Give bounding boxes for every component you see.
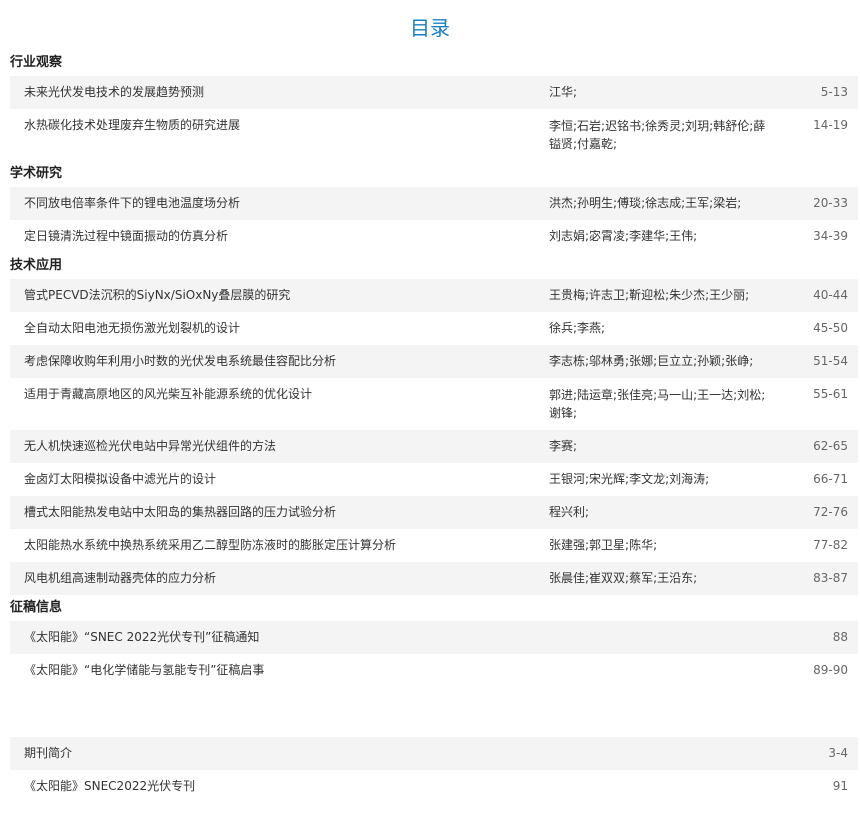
- article-pages: 62-65: [813, 439, 848, 453]
- article-title[interactable]: 不同放电倍率条件下的锂电池温度场分析: [10, 187, 549, 220]
- article-authors: 王贵梅;许志卫;靳迎松;朱少杰;王少丽;: [549, 288, 750, 302]
- article-authors: 徐兵;李燕;: [549, 321, 606, 335]
- article-pages: 51-54: [813, 354, 848, 368]
- section-heading: 征稿信息: [10, 600, 63, 615]
- article-pages: 66-71: [813, 472, 848, 486]
- toc-row[interactable]: 无人机快速巡检光伏电站中异常光伏组件的方法 李赛; 62-65: [10, 430, 858, 463]
- toc-row[interactable]: 全自动太阳电池无损伤激光划裂机的设计 徐兵;李燕; 45-50: [10, 312, 858, 345]
- toc-row[interactable]: 《太阳能》“电化学储能与氢能专刊”征稿启事 89-90: [10, 654, 858, 687]
- article-title[interactable]: 定日镜清洗过程中镜面振动的仿真分析: [10, 220, 549, 253]
- toc-row[interactable]: 风电机组高速制动器壳体的应力分析 张晨佳;崔双双;蔡军;王沿东; 83-87: [10, 562, 858, 595]
- article-pages: 88: [832, 630, 848, 644]
- article-authors: 江华;: [549, 85, 578, 99]
- toc-row[interactable]: 适用于青藏高原地区的风光柴互补能源系统的优化设计 郭进;陆运章;张佳亮;马一山;…: [10, 378, 858, 430]
- toc-row[interactable]: 管式PECVD法沉积的SiyNx/SiOxNy叠层膜的研究 王贵梅;许志卫;靳迎…: [10, 279, 858, 312]
- section-heading: 行业观察: [10, 55, 63, 70]
- article-authors: 李志栋;邬林勇;张娜;巨立立;孙颖;张峥;: [549, 354, 754, 368]
- article-title[interactable]: 考虑保障收购年利用小时数的光伏发电系统最佳容配比分析: [10, 345, 549, 378]
- article-title[interactable]: 槽式太阳能热发电站中太阳岛的集热器回路的压力试验分析: [10, 496, 549, 529]
- article-title[interactable]: 《太阳能》“电化学储能与氢能专刊”征稿启事: [10, 654, 549, 687]
- section-heading: 技术应用: [10, 258, 63, 273]
- article-pages: 91: [832, 779, 848, 793]
- toc-row[interactable]: 《太阳能》SNEC2022光伏专刊 91: [10, 770, 858, 803]
- section-heading: 学术研究: [10, 166, 63, 181]
- article-authors: [549, 737, 769, 753]
- article-pages: 83-87: [813, 571, 848, 585]
- article-authors: 洪杰;孙明生;傅琰;徐志成;王军;梁岩;: [549, 196, 742, 210]
- article-pages: 77-82: [813, 538, 848, 552]
- article-title[interactable]: 管式PECVD法沉积的SiyNx/SiOxNy叠层膜的研究: [10, 279, 549, 312]
- toc-row[interactable]: 期刊简介 3-4: [10, 737, 858, 770]
- article-pages: 3-4: [828, 746, 848, 760]
- article-authors: [549, 621, 769, 637]
- toc-row[interactable]: 不同放电倍率条件下的锂电池温度场分析 洪杰;孙明生;傅琰;徐志成;王军;梁岩; …: [10, 187, 858, 220]
- toc-row[interactable]: 未来光伏发电技术的发展趋势预测 江华; 5-13: [10, 76, 858, 109]
- article-authors: 王银河;宋光辉;李文龙;刘海涛;: [549, 472, 710, 486]
- article-authors: 郭进;陆运章;张佳亮;马一山;王一达;刘松;谢锋;: [549, 388, 766, 420]
- article-title[interactable]: 金卤灯太阳模拟设备中滤光片的设计: [10, 463, 549, 496]
- article-title[interactable]: 未来光伏发电技术的发展趋势预测: [10, 76, 549, 109]
- article-pages: 72-76: [813, 505, 848, 519]
- article-authors: 李赛;: [549, 439, 578, 453]
- toc-row[interactable]: 《太阳能》“SNEC 2022光伏专刊”征稿通知 88: [10, 621, 858, 654]
- toc-row[interactable]: 定日镜清洗过程中镜面振动的仿真分析 刘志娟;宓霄凌;李建华;王伟; 34-39: [10, 220, 858, 253]
- article-title[interactable]: 《太阳能》“SNEC 2022光伏专刊”征稿通知: [10, 621, 549, 654]
- page-title: 目录: [410, 16, 450, 40]
- article-pages: 34-39: [813, 229, 848, 243]
- article-authors: 张建强;郭卫星;陈华;: [549, 538, 658, 552]
- article-pages: 40-44: [813, 288, 848, 302]
- article-authors: 李恒;石岩;迟铭书;徐秀灵;刘玥;韩舒伦;薛镒贤;付嘉乾;: [549, 119, 766, 151]
- article-title[interactable]: 《太阳能》SNEC2022光伏专刊: [10, 770, 549, 803]
- article-pages: 45-50: [813, 321, 848, 335]
- article-authors: [549, 770, 769, 786]
- toc-row[interactable]: 太阳能热水系统中换热系统采用乙二醇型防冻液时的膨胀定压计算分析 张建强;郭卫星;…: [10, 529, 858, 562]
- article-pages: 55-61: [813, 387, 848, 401]
- toc-page: 目录 行业观察 未来光伏发电技术的发展趋势预测 江华; 5-13 水热碳化技术处…: [0, 0, 860, 823]
- article-title[interactable]: 全自动太阳电池无损伤激光划裂机的设计: [10, 312, 549, 345]
- article-title[interactable]: 无人机快速巡检光伏电站中异常光伏组件的方法: [10, 430, 549, 463]
- article-authors: 程兴利;: [549, 505, 590, 519]
- toc-row[interactable]: 金卤灯太阳模拟设备中滤光片的设计 王银河;宋光辉;李文龙;刘海涛; 66-71: [10, 463, 858, 496]
- article-pages: 89-90: [813, 663, 848, 677]
- article-authors: [549, 654, 769, 670]
- article-pages: 5-13: [820, 85, 848, 99]
- article-title[interactable]: 水热碳化技术处理废弃生物质的研究进展: [10, 109, 549, 142]
- article-title[interactable]: 风电机组高速制动器壳体的应力分析: [10, 562, 549, 595]
- article-authors: 张晨佳;崔双双;蔡军;王沿东;: [549, 571, 698, 585]
- article-authors: 刘志娟;宓霄凌;李建华;王伟;: [549, 229, 698, 243]
- article-title[interactable]: 太阳能热水系统中换热系统采用乙二醇型防冻液时的膨胀定压计算分析: [10, 529, 549, 562]
- article-title[interactable]: 适用于青藏高原地区的风光柴互补能源系统的优化设计: [10, 378, 549, 411]
- article-title[interactable]: 期刊简介: [10, 737, 549, 770]
- article-pages: 20-33: [813, 196, 848, 210]
- toc-row[interactable]: 考虑保障收购年利用小时数的光伏发电系统最佳容配比分析 李志栋;邬林勇;张娜;巨立…: [10, 345, 858, 378]
- article-pages: 14-19: [813, 118, 848, 132]
- toc-row[interactable]: 水热碳化技术处理废弃生物质的研究进展 李恒;石岩;迟铭书;徐秀灵;刘玥;韩舒伦;…: [10, 109, 858, 161]
- toc-row[interactable]: 槽式太阳能热发电站中太阳岛的集热器回路的压力试验分析 程兴利; 72-76: [10, 496, 858, 529]
